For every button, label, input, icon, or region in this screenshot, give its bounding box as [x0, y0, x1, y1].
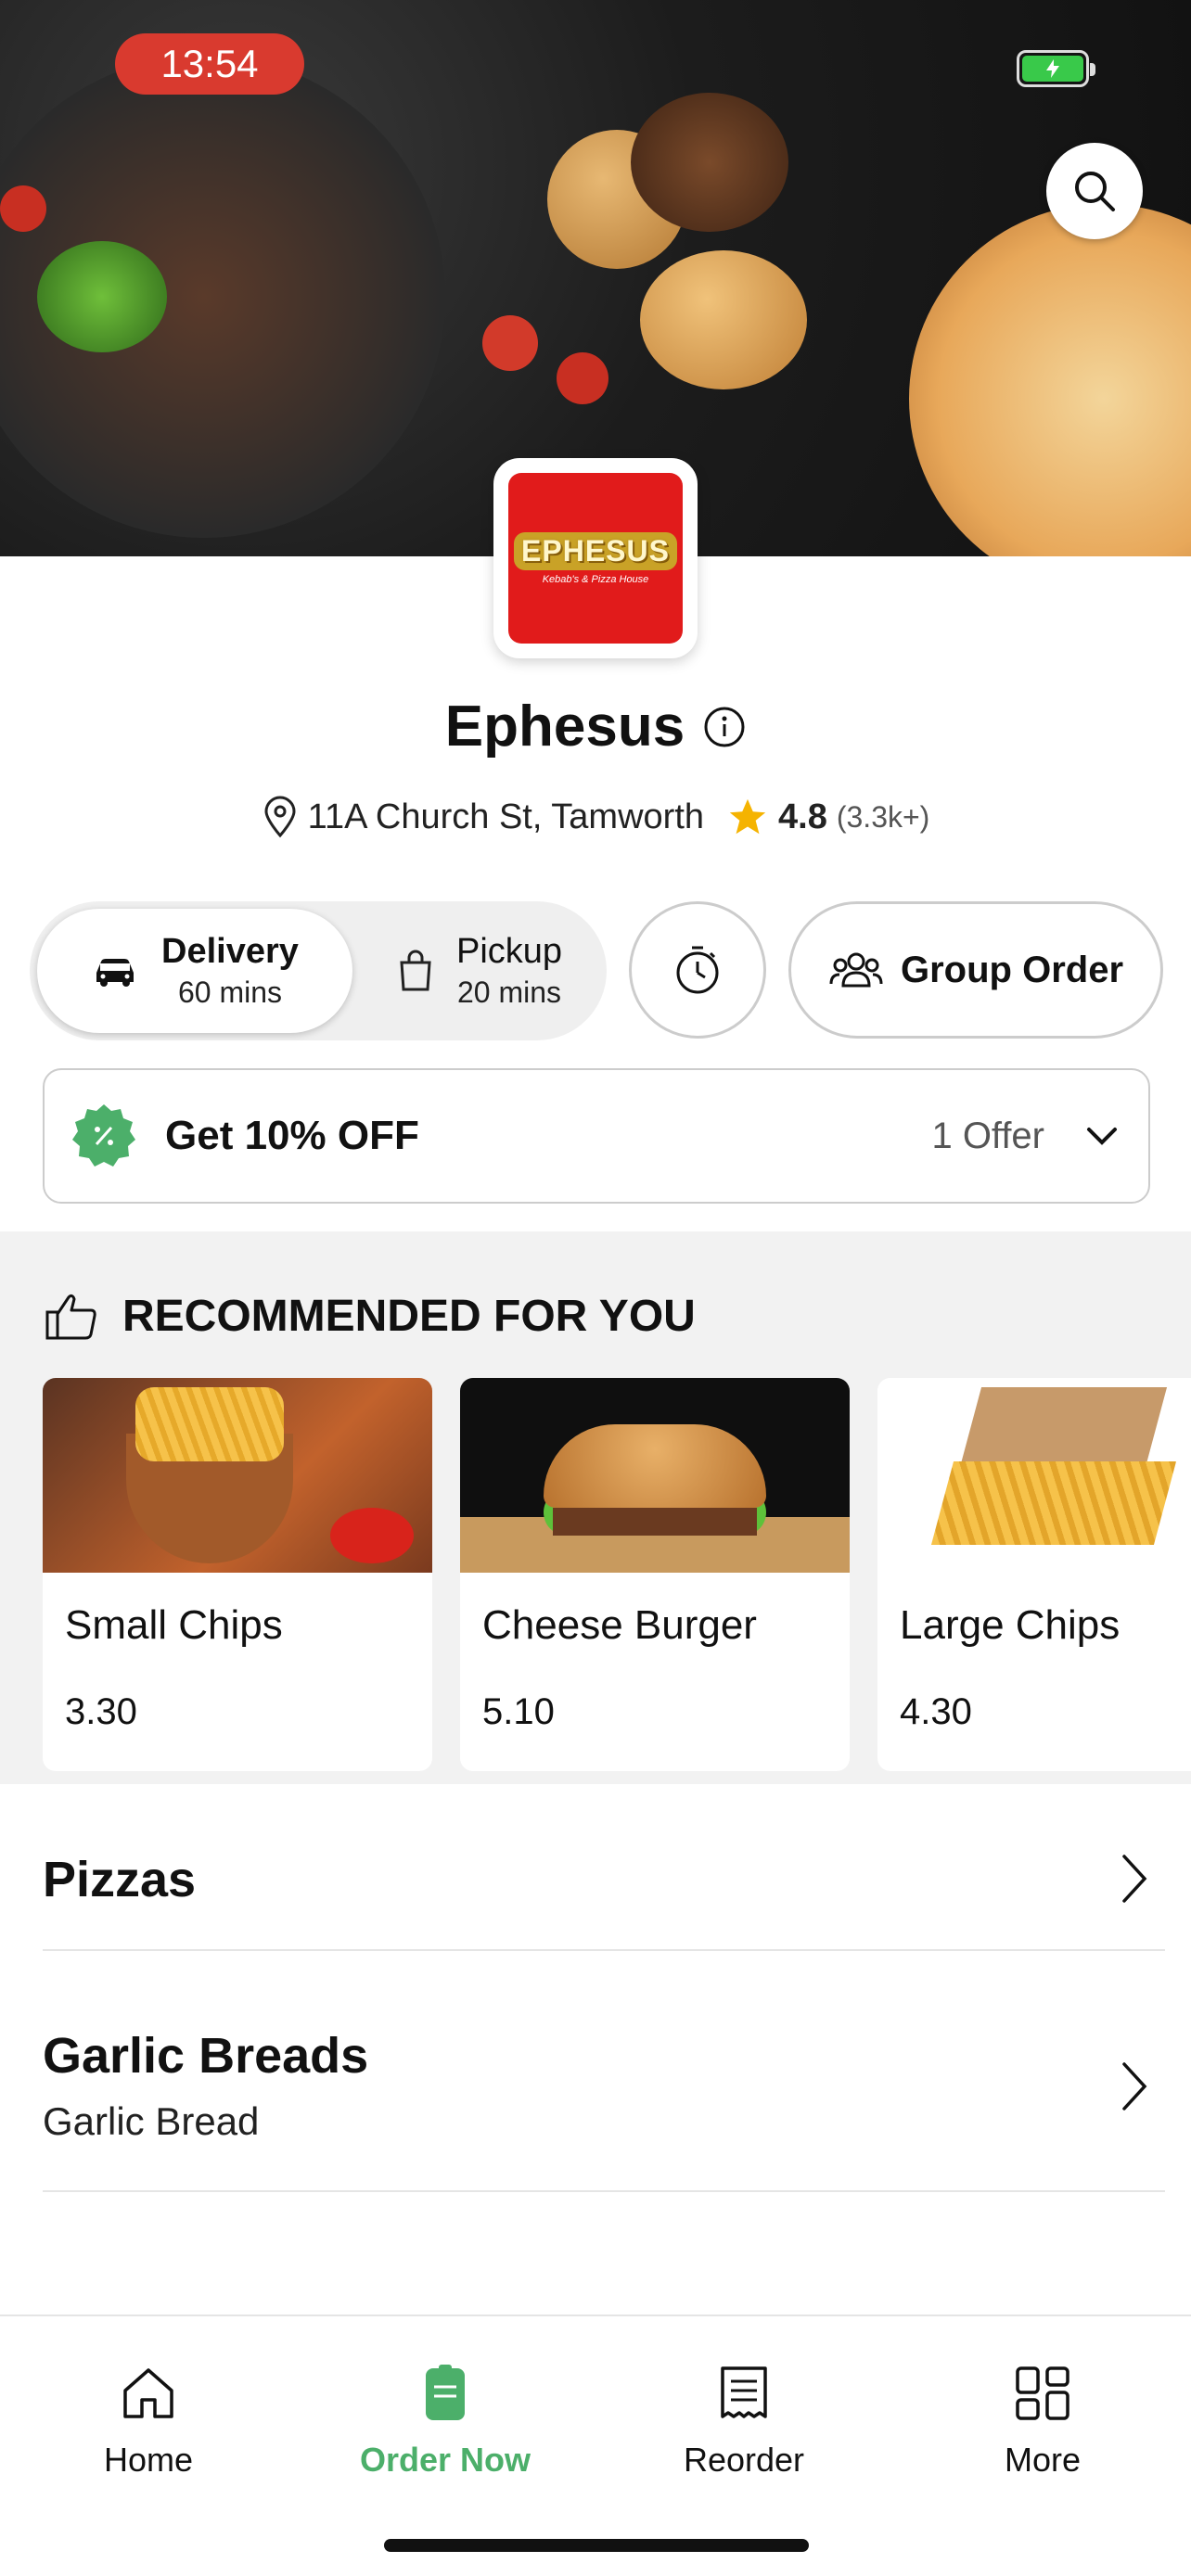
bottom-nav: Home Order Now Reorder More — [0, 2315, 1191, 2576]
offer-count: 1 Offer — [931, 1115, 1044, 1156]
nav-reorder[interactable]: Reorder — [642, 2363, 846, 2480]
herb-decoration — [37, 241, 167, 352]
nav-order-now[interactable]: Order Now — [343, 2363, 547, 2480]
nav-label: More — [1004, 2441, 1082, 2479]
recommended-card[interactable]: Cheese Burger 5.10 — [460, 1378, 850, 1771]
category-title: Pizzas — [43, 1852, 197, 1907]
food-image — [43, 1378, 432, 1573]
recommended-heading: RECOMMENDED FOR YOU — [122, 1292, 696, 1341]
category-title: Garlic Breads — [43, 2028, 369, 2084]
item-price: 4.30 — [900, 1691, 972, 1732]
nav-label: Order Now — [359, 2441, 531, 2479]
info-icon[interactable] — [703, 706, 746, 748]
restaurant-logo: EPHESUS Kebab's & Pizza House — [493, 458, 698, 658]
recommended-card[interactable]: Large Chips 4.30 — [877, 1378, 1191, 1771]
search-button[interactable] — [1046, 143, 1143, 239]
nav-label: Reorder — [683, 2441, 805, 2479]
item-price: 5.10 — [482, 1691, 555, 1732]
nav-home[interactable]: Home — [46, 2363, 250, 2480]
location-pin-icon — [264, 796, 296, 838]
pizza-decoration — [909, 204, 1191, 556]
category-subtitle: Garlic Bread — [43, 2099, 260, 2143]
chevron-right-icon — [1122, 2062, 1147, 2111]
item-name: Large Chips — [900, 1602, 1121, 1648]
tomato-decoration — [0, 185, 46, 232]
car-icon — [96, 959, 134, 987]
food-image — [877, 1378, 1191, 1573]
offer-title: Get 10% OFF — [165, 1113, 419, 1158]
receipt-icon — [721, 2366, 767, 2418]
restaurant-title-row: Ephesus — [0, 694, 1191, 759]
chevron-right-icon — [1122, 1855, 1147, 1903]
tomato-decoration — [482, 315, 538, 371]
delivery-time: 60 mins — [177, 976, 283, 1009]
schedule-button[interactable] — [629, 901, 766, 1039]
burger-decoration — [640, 250, 807, 389]
item-name: Cheese Burger — [482, 1602, 757, 1648]
logo-subtext: Kebab's & Pizza House — [542, 573, 649, 585]
patty-decoration — [631, 93, 788, 232]
discount-badge-icon — [72, 1104, 135, 1167]
restaurant-name: Ephesus — [444, 695, 685, 759]
delivery-pickup-toggle: Delivery 60 mins Pickup 20 mins — [30, 901, 607, 1040]
grid-icon — [1016, 2366, 1069, 2420]
shopping-bag-icon — [400, 950, 431, 991]
recommended-section: RECOMMENDED FOR YOU Small Chips 3.30 Che… — [0, 1231, 1191, 1784]
address-row: 11A Church St, Tamworth 4.8 (3.3k+) — [0, 796, 1191, 838]
home-icon — [123, 2368, 173, 2418]
star-icon — [729, 798, 766, 835]
nav-label: Home — [103, 2441, 194, 2479]
group-order-button[interactable]: Group Order — [788, 901, 1163, 1039]
chevron-down-icon — [1087, 1128, 1117, 1145]
group-icon — [829, 952, 883, 988]
recommended-card[interactable]: Small Chips 3.30 — [43, 1378, 432, 1771]
pickup-time: 20 mins — [456, 976, 562, 1009]
status-time: 13:54 — [115, 33, 304, 95]
logo-text: EPHESUS — [514, 531, 677, 570]
nav-more[interactable]: More — [941, 2363, 1145, 2480]
timer-icon — [676, 946, 719, 994]
category-row-pizzas[interactable]: Pizzas — [43, 1851, 1165, 1951]
tomato-decoration — [557, 352, 608, 404]
recommended-heading-row: RECOMMENDED FOR YOU — [45, 1291, 696, 1342]
battery-icon — [1017, 50, 1095, 87]
rating-count: (3.3k+) — [836, 799, 930, 834]
rating-value: 4.8 — [778, 797, 827, 836]
search-icon — [1075, 172, 1115, 211]
restaurant-address: 11A Church St, Tamworth — [307, 797, 705, 836]
delivery-label: Delivery — [161, 932, 299, 971]
order-icon — [426, 2365, 465, 2420]
pickup-option[interactable]: Pickup 20 mins — [360, 909, 599, 1033]
group-order-label: Group Order — [900, 949, 1124, 990]
food-image — [460, 1378, 850, 1573]
home-indicator — [384, 2539, 809, 2552]
offer-banner[interactable]: Get 10% OFF 1 Offer — [43, 1068, 1150, 1204]
pickup-label: Pickup — [455, 932, 563, 971]
category-row-garlic-breads[interactable]: Garlic Breads Garlic Bread — [43, 2027, 1165, 2192]
item-price: 3.30 — [65, 1691, 137, 1732]
thumbs-up-icon — [45, 1294, 96, 1339]
delivery-option[interactable]: Delivery 60 mins — [37, 909, 352, 1033]
item-name: Small Chips — [65, 1602, 283, 1648]
